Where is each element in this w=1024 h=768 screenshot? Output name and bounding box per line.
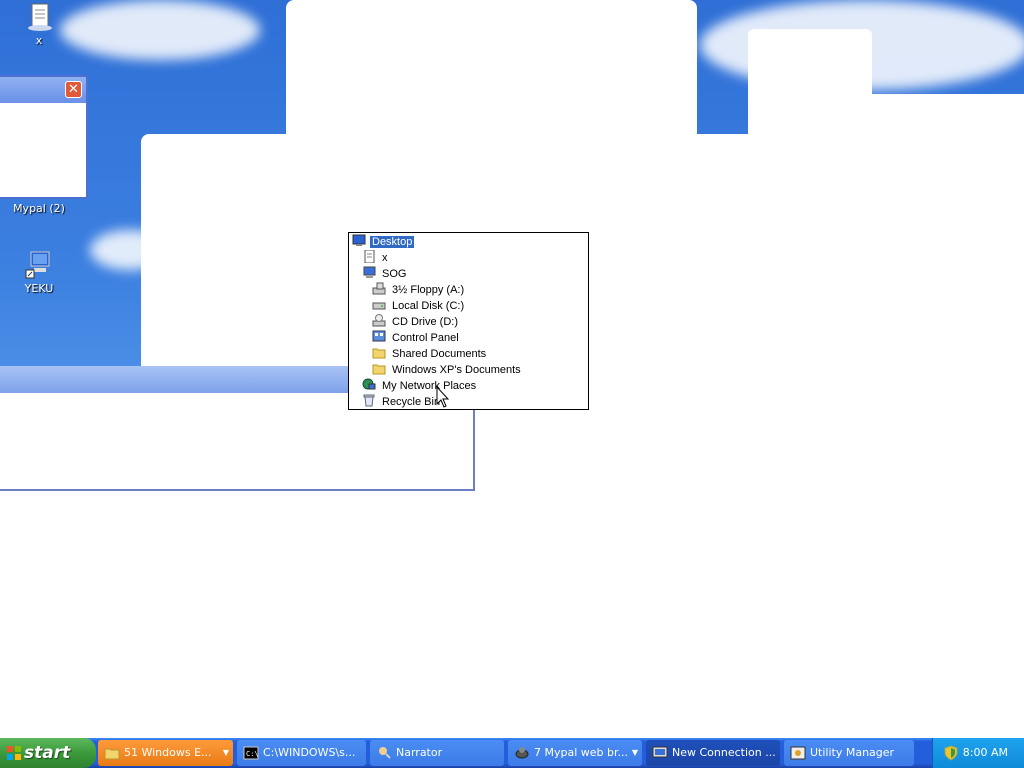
taskbar-button-label: C:\WINDOWS\s... xyxy=(263,746,356,759)
group-arrow-icon: ▼ xyxy=(631,748,638,757)
clock[interactable]: 8:00 AM xyxy=(963,738,1008,768)
taskbar-button-label: New Connection ... xyxy=(672,746,776,759)
taskbar-button-label: 7 Mypal web br... xyxy=(534,746,628,759)
document-icon xyxy=(362,249,376,264)
narrator-icon xyxy=(379,747,391,759)
taskbar-button-label: Narrator xyxy=(396,746,443,759)
tree-item-windows-xp-documents[interactable]: Windows XP's Documents xyxy=(372,362,523,378)
desktop-icon xyxy=(352,234,366,247)
computer-icon xyxy=(362,266,376,279)
taskbar-button-label: 51 Windows E... xyxy=(124,746,212,759)
connection-icon xyxy=(652,746,668,758)
cloud xyxy=(60,0,260,60)
floppy-drive-icon xyxy=(372,282,386,295)
taskbar-button-mypal[interactable]: 7 Mypal web br... ▼ xyxy=(508,740,642,766)
network-places-icon xyxy=(362,378,376,391)
desktop-icon-x[interactable]: x xyxy=(9,2,69,47)
computer-icon xyxy=(24,250,54,280)
folder-icon xyxy=(104,748,120,760)
control-panel-icon xyxy=(372,330,386,343)
tree-item-recycle-bin[interactable]: Recycle Bin xyxy=(362,394,442,410)
blank-window-region xyxy=(286,0,697,140)
tree-item-floppy[interactable]: 3½ Floppy (A:) xyxy=(372,282,466,298)
desktop-icon-label: x xyxy=(35,34,43,47)
taskbar-button-command-prompt[interactable]: C:\ C:\WINDOWS\s... xyxy=(237,740,366,766)
blank-window-region xyxy=(0,491,475,738)
document-icon xyxy=(24,2,54,32)
close-button[interactable]: ✕ xyxy=(65,81,82,98)
folder-icon xyxy=(372,362,386,375)
windows-logo-icon xyxy=(7,746,21,760)
utility-manager-icon xyxy=(790,746,806,760)
group-arrow-icon: ▼ xyxy=(222,748,229,757)
start-button[interactable]: start xyxy=(0,738,96,768)
security-shield-icon[interactable] xyxy=(943,745,959,761)
desktop-icon-label: Mypal (2) xyxy=(13,202,65,215)
blank-window-region xyxy=(872,94,1024,144)
hard-disk-icon xyxy=(372,298,386,311)
desktop-icon-yeku[interactable]: YEKU xyxy=(9,250,69,295)
tree-item-my-network-places[interactable]: My Network Places xyxy=(362,378,478,394)
system-tray: 8:00 AM xyxy=(932,738,1024,768)
tree-item-x[interactable]: x xyxy=(362,249,390,266)
taskbar-button-windows-explorer[interactable]: 51 Windows E... ▼ xyxy=(98,740,233,766)
browser-icon xyxy=(515,747,529,759)
blank-window-region xyxy=(475,366,1024,738)
svg-text:C:\: C:\ xyxy=(246,750,259,758)
close-icon: ✕ xyxy=(68,82,79,97)
tree-item-sog[interactable]: SOG xyxy=(362,266,408,282)
recycle-bin-icon xyxy=(362,394,376,407)
console-icon: C:\ xyxy=(243,746,259,760)
taskbar-button-new-connection[interactable]: New Connection ... xyxy=(646,740,780,766)
taskbar-button-narrator[interactable]: Narrator xyxy=(370,740,504,766)
desktop-icon-label: YEKU xyxy=(24,282,54,295)
location-tree-dropdown[interactable]: Desktop x SOG 3½ Floppy (A:) Local Disk … xyxy=(348,232,589,410)
mouse-cursor-icon xyxy=(436,386,450,408)
tree-item-shared-documents[interactable]: Shared Documents xyxy=(372,346,488,362)
taskbar-button-label: Utility Manager xyxy=(810,746,895,759)
window-fragment: ✕ xyxy=(0,75,88,199)
blank-window-region xyxy=(748,29,872,139)
tree-item-desktop[interactable]: Desktop xyxy=(352,234,415,250)
tree-item-cd-drive[interactable]: CD Drive (D:) xyxy=(372,314,460,330)
taskbar: start 51 Windows E... ▼ C:\ C:\WINDOWS\s… xyxy=(0,738,1024,768)
tree-item-control-panel[interactable]: Control Panel xyxy=(372,330,461,346)
cd-drive-icon xyxy=(372,314,386,327)
taskbar-button-utility-manager[interactable]: Utility Manager xyxy=(784,740,914,766)
desktop-icon-mypal[interactable]: Mypal (2) xyxy=(9,202,69,215)
folder-icon xyxy=(372,346,386,359)
start-label: start xyxy=(24,743,71,763)
tree-item-local-disk[interactable]: Local Disk (C:) xyxy=(372,298,466,314)
